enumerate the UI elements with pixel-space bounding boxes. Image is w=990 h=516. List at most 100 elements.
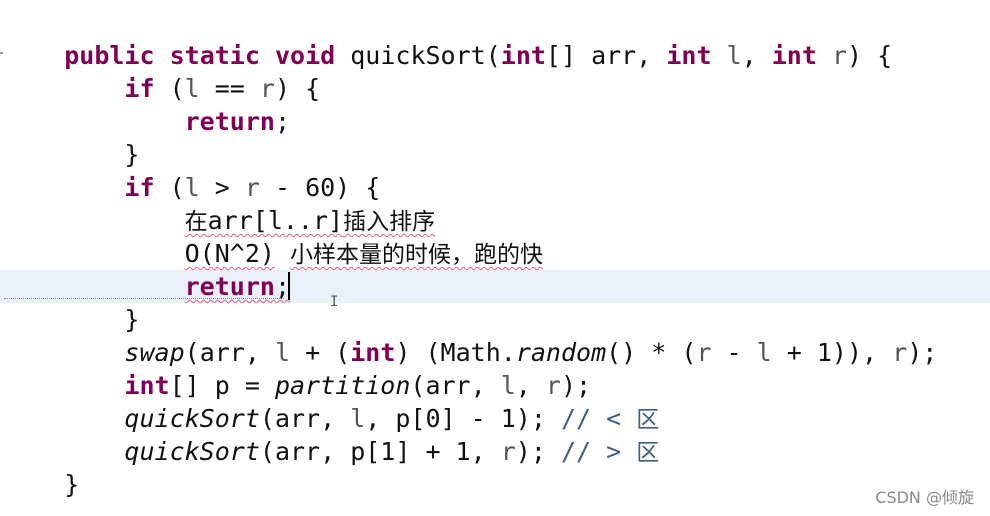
code-token: 在: [184, 209, 208, 235]
code-token: );: [515, 437, 561, 466]
code-token: (arr,: [410, 371, 501, 400]
code-token: () * (: [606, 338, 697, 367]
code-token: 小样本量的时候，跑的快: [290, 242, 543, 268]
code-token: -: [711, 338, 757, 367]
code-line[interactable]: quickSort(arr, l, p[0] - 1); // < 区: [4, 402, 659, 435]
code-token: , p[0] - 1);: [365, 404, 561, 433]
code-token: [] arr,: [545, 41, 667, 70]
code-token: 插入排序: [343, 209, 436, 235]
code-token: ;: [274, 107, 290, 136]
code-token: l: [350, 404, 366, 433]
code-line[interactable]: 在arr[l..r]插入排序: [4, 204, 435, 237]
code-line[interactable]: public static void quickSort(int[] arr, …: [4, 39, 892, 72]
text-caret: [288, 272, 290, 300]
code-line[interactable]: }: [4, 468, 79, 501]
code-line[interactable]: if (l == r) {: [4, 72, 320, 105]
ibeam-cursor-icon: I: [330, 294, 339, 310]
code-token: if: [124, 74, 155, 103]
code-token: swap: [124, 338, 185, 367]
code-token: // >: [560, 437, 637, 466]
code-token: (: [154, 173, 185, 202]
code-token: random: [515, 338, 607, 367]
code-token: ==: [199, 74, 260, 103]
code-token: + (: [290, 338, 351, 367]
code-line[interactable]: }: [4, 303, 139, 336]
code-token: 区: [636, 440, 660, 466]
code-token: l: [274, 338, 291, 367]
code-token: l: [756, 338, 772, 367]
code-token: int: [124, 371, 170, 400]
code-token: [] p =: [169, 371, 275, 400]
watermark: CSDN @倾旋: [875, 488, 974, 507]
code-token: ) (Math.: [395, 338, 516, 367]
code-token: r: [545, 371, 561, 400]
code-token: ,: [741, 41, 772, 70]
code-token: l: [726, 41, 742, 70]
code-token: l: [500, 371, 516, 400]
code-token: ,: [515, 371, 546, 400]
code-token: arr[l..r]: [207, 206, 344, 235]
code-line[interactable]: return;: [4, 270, 290, 303]
code-token: void: [274, 41, 336, 70]
code-line[interactable]: quickSort(arr, p[1] + 1, r); // > 区: [4, 435, 659, 468]
code-line[interactable]: int[] p = partition(arr, l, r);: [4, 369, 591, 402]
code-editor[interactable]: public static void quickSort(int[] arr, …: [0, 0, 990, 516]
code-token: static: [169, 41, 260, 70]
code-token: return: [184, 272, 275, 301]
code-token: r: [244, 173, 260, 202]
code-token: public: [64, 41, 155, 70]
code-token: r: [500, 437, 516, 466]
code-token: quickSort: [124, 404, 260, 433]
code-line[interactable]: }: [4, 138, 139, 171]
code-token: ) {: [847, 41, 893, 70]
code-token: (: [154, 74, 185, 103]
code-token: }: [4, 140, 140, 169]
code-token: (arr, p[1] + 1,: [259, 437, 501, 466]
code-token: >: [199, 173, 245, 202]
code-token: l: [184, 74, 200, 103]
code-token: r: [696, 338, 712, 367]
code-token: int: [666, 41, 712, 70]
code-token: (arr,: [259, 404, 351, 433]
code-token: );: [907, 338, 938, 367]
code-line[interactable]: if (l > r - 60) {: [4, 171, 380, 204]
code-token: }: [4, 305, 140, 334]
code-line[interactable]: return;: [4, 105, 290, 138]
code-line[interactable]: O(N^2) 小样本量的时候，跑的快: [4, 237, 543, 270]
code-line[interactable]: swap(arr, l + (int) (Math.random() * (r …: [4, 336, 937, 369]
code-token: if: [124, 173, 155, 202]
ruler-marker: [0, 52, 3, 54]
code-token: );: [560, 371, 592, 400]
code-token: quickSort: [124, 437, 260, 466]
code-token: l: [184, 173, 200, 202]
code-token: O(N^2): [184, 239, 275, 268]
code-token: return: [184, 107, 275, 136]
code-token: int: [350, 338, 396, 367]
code-token: (arr,: [184, 338, 275, 367]
code-token: r: [892, 338, 908, 367]
code-token: + 1)),: [771, 338, 893, 367]
code-token: quickSort(: [335, 41, 501, 70]
code-token: r: [831, 41, 848, 70]
code-token: r: [259, 74, 275, 103]
code-token: partition: [274, 371, 411, 400]
code-token: }: [4, 470, 80, 499]
code-token: 区: [636, 407, 660, 433]
code-token: int: [771, 41, 817, 70]
code-token: - 60) {: [259, 173, 381, 202]
